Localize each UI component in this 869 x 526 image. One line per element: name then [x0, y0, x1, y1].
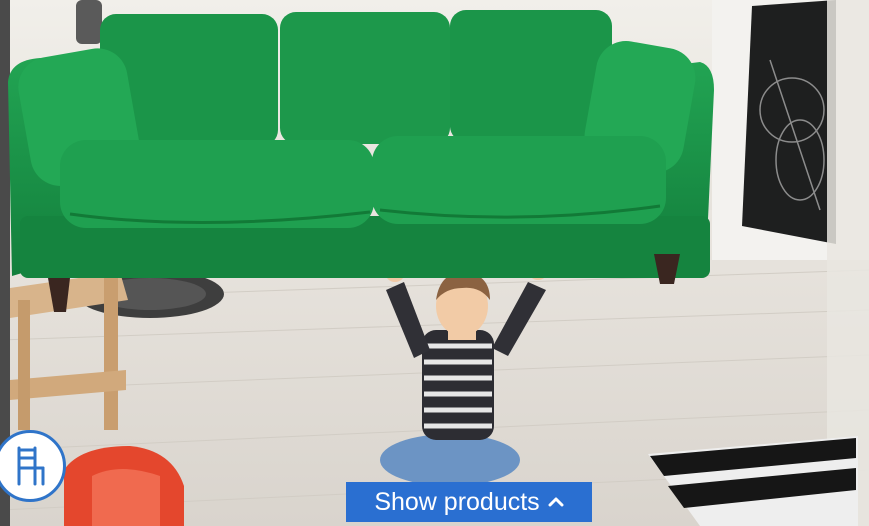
chevron-up-icon [548, 497, 564, 507]
ar-camera-view [0, 0, 869, 526]
green-sofa-ar-model [8, 10, 714, 312]
show-products-label: Show products [374, 487, 540, 516]
ceiling-lamp [76, 0, 102, 44]
chair-icon [17, 446, 45, 486]
show-products-button[interactable]: Show products [346, 482, 592, 522]
